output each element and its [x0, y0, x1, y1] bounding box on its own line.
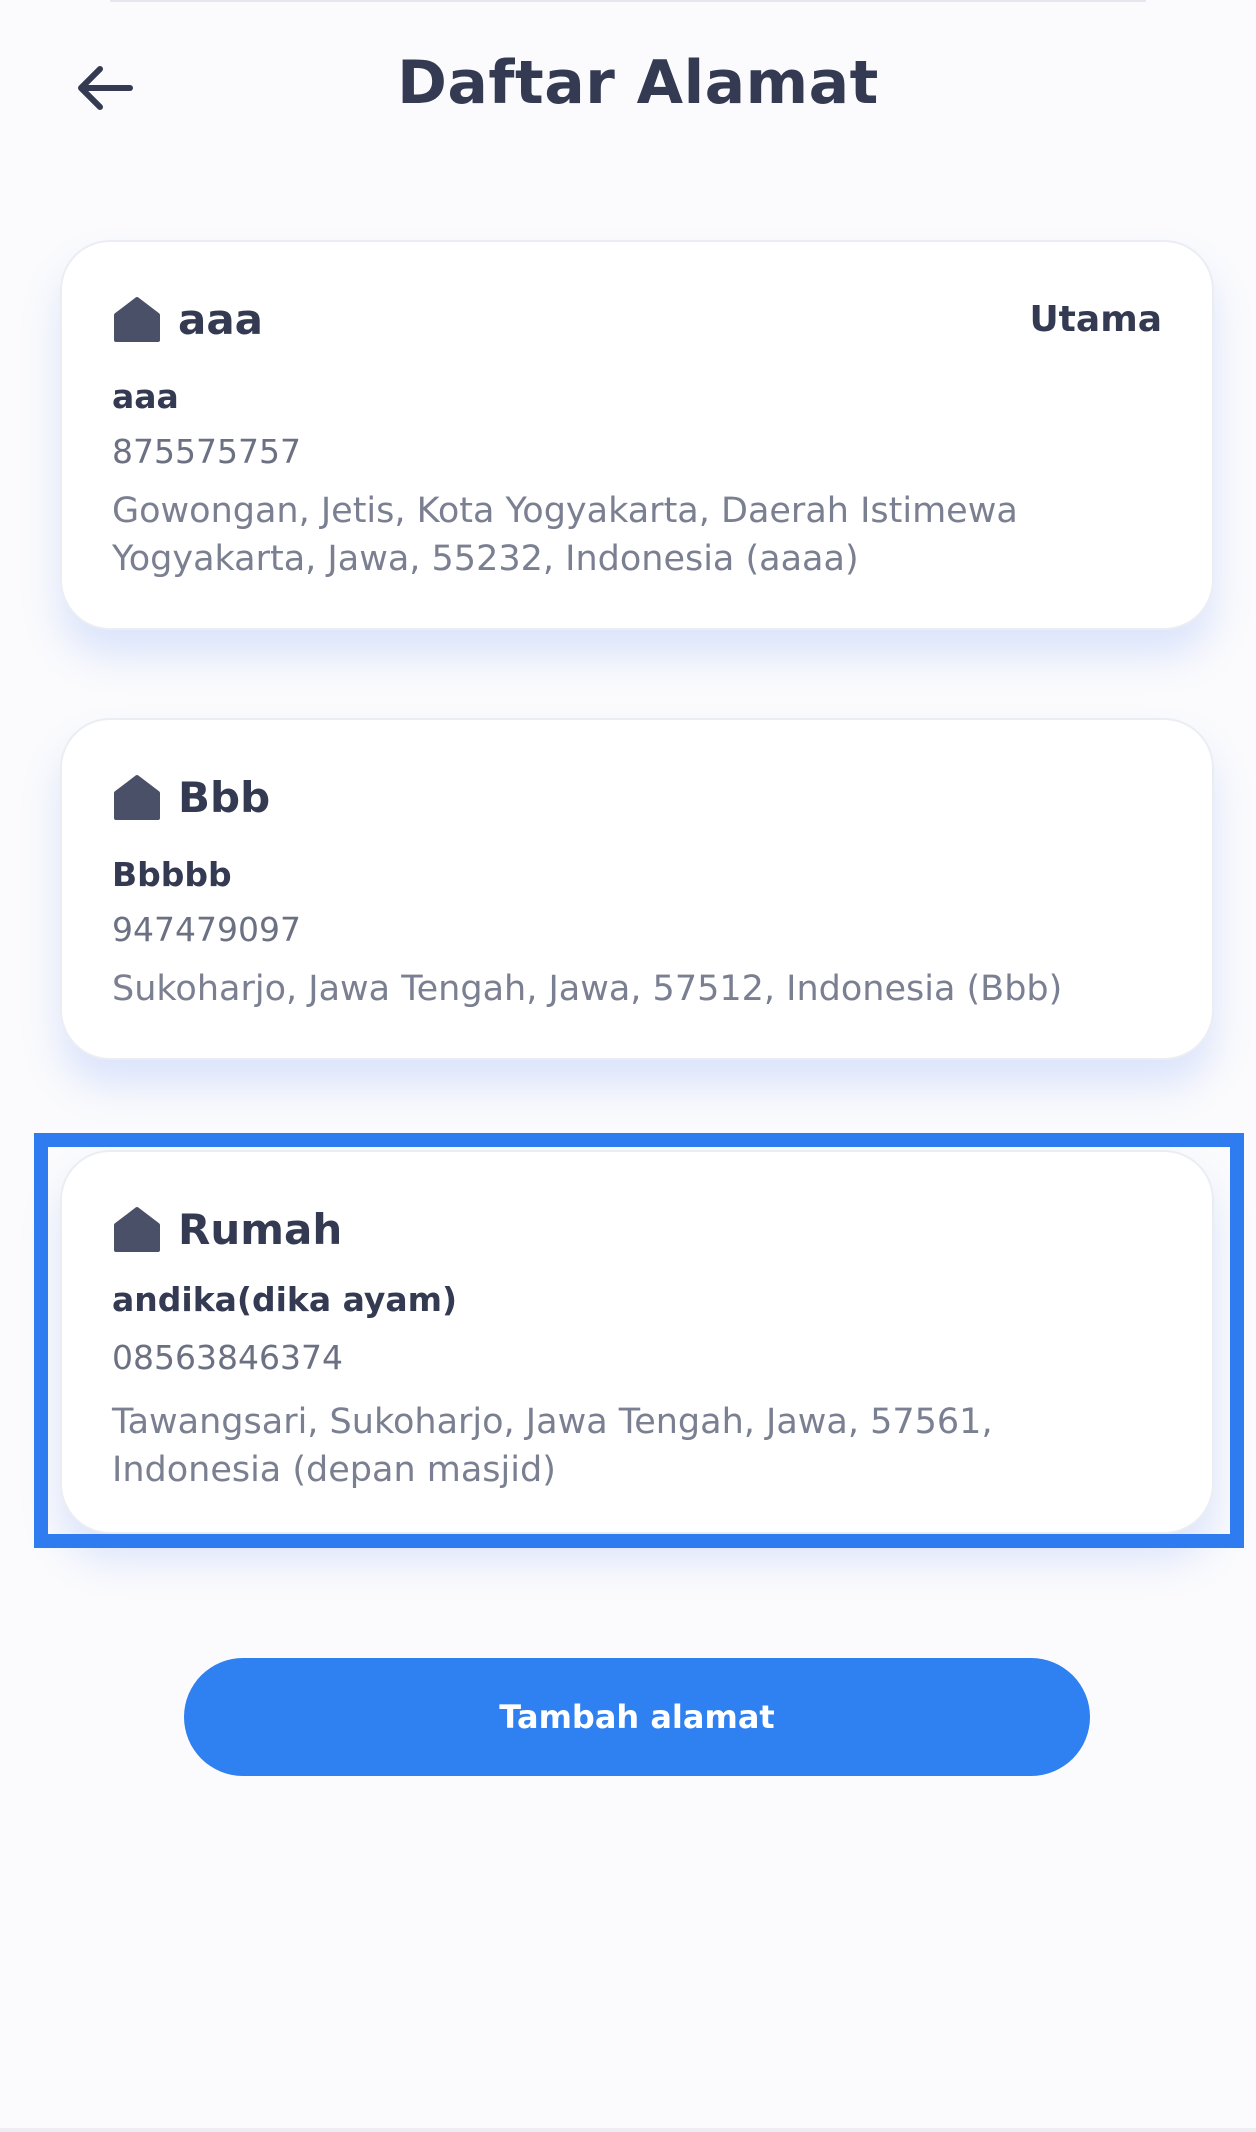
recipient-name: aaa — [112, 377, 179, 416]
recipient-name: Bbbbb — [112, 855, 232, 894]
recipient-name: andika(dika ayam) — [112, 1280, 458, 1319]
card-header: Bbb — [112, 772, 1162, 822]
bottom-divider — [0, 2128, 1256, 2132]
address-label: Rumah — [178, 1204, 343, 1254]
home-icon — [112, 1204, 162, 1254]
address-list-screen: Daftar Alamat aaa Utama aaa 875575757 Go… — [0, 0, 1256, 2132]
card-header: Rumah — [112, 1204, 1162, 1254]
address-card-rumah[interactable]: Rumah andika(dika ayam) 08563846374 Tawa… — [60, 1150, 1214, 1534]
address-card-bbb[interactable]: Bbb Bbbbb 947479097 Sukoharjo, Jawa Teng… — [60, 718, 1214, 1060]
address-label: Bbb — [178, 772, 271, 822]
full-address: Gowongan, Jetis, Kota Yogyakarta, Daerah… — [112, 491, 1018, 579]
card-header: aaa Utama — [112, 294, 1162, 344]
home-icon — [112, 294, 162, 344]
full-address: Tawangsari, Sukoharjo, Jawa Tengah, Jawa… — [112, 1402, 993, 1490]
phone-number: 08563846374 — [112, 1338, 343, 1377]
full-address: Sukoharjo, Jawa Tengah, Jawa, 57512, Ind… — [112, 969, 1063, 1009]
page-title: Daftar Alamat — [397, 48, 879, 118]
add-address-button[interactable]: Tambah alamat — [184, 1658, 1090, 1776]
address-card-aaa[interactable]: aaa Utama aaa 875575757 Gowongan, Jetis,… — [60, 240, 1214, 630]
primary-badge: Utama — [1029, 298, 1162, 340]
home-icon — [112, 772, 162, 822]
header: Daftar Alamat — [0, 0, 1256, 180]
address-label: aaa — [178, 294, 264, 344]
phone-number: 947479097 — [112, 910, 301, 949]
phone-number: 875575757 — [112, 432, 301, 471]
